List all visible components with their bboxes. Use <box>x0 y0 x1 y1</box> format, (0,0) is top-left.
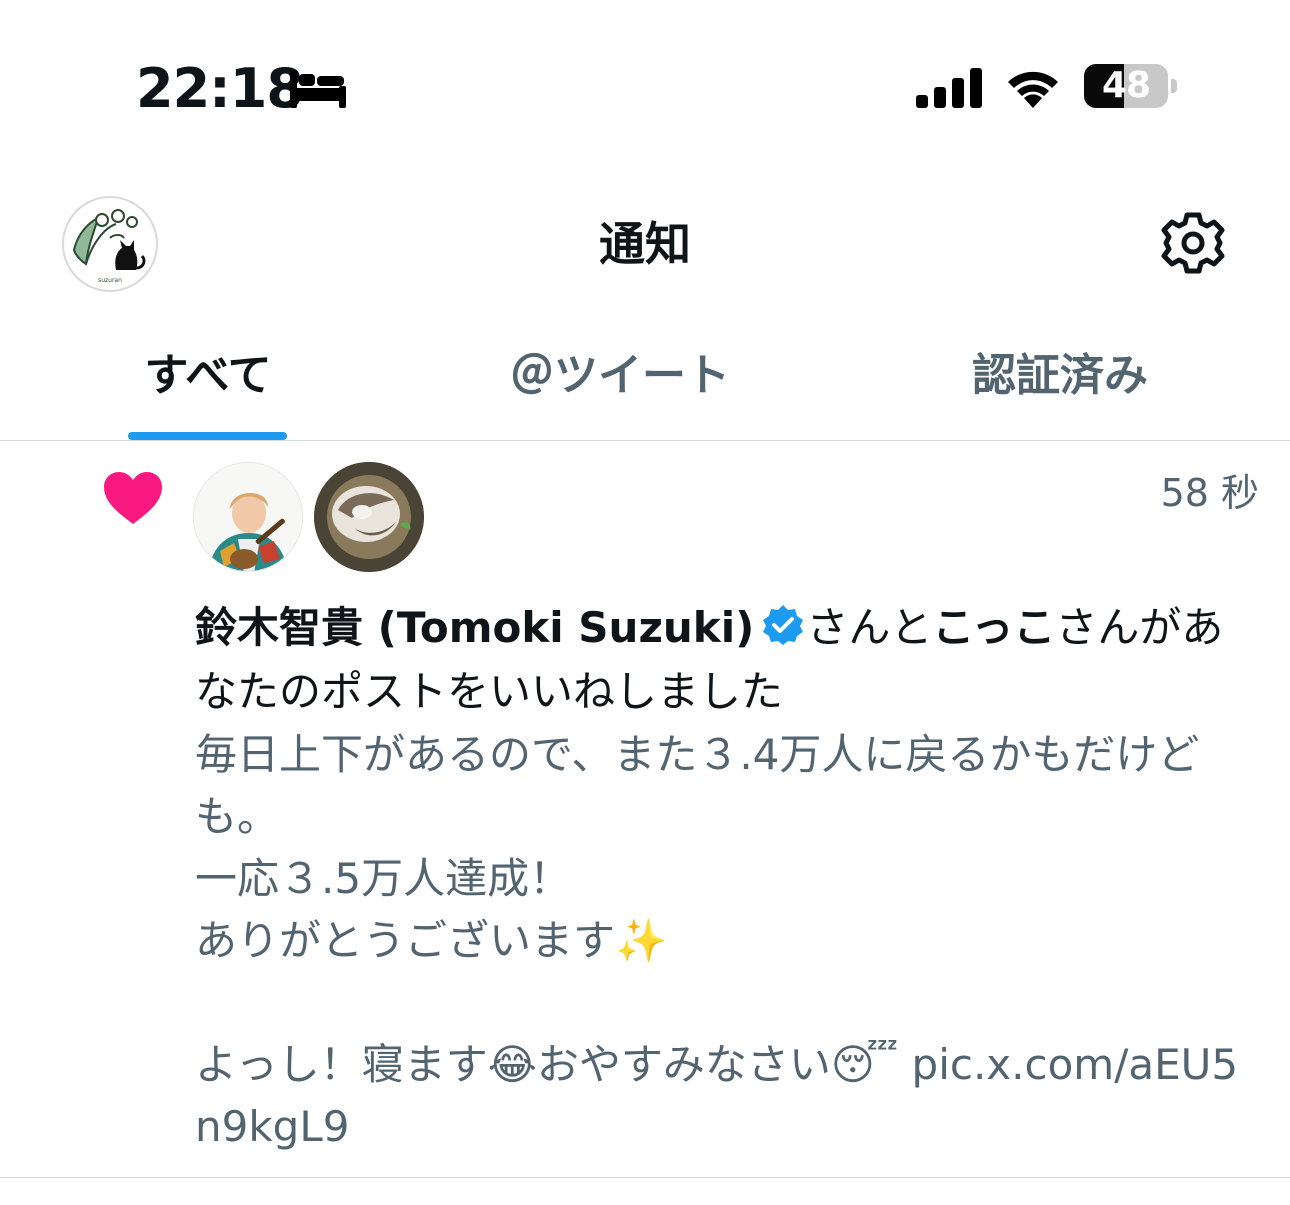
page-title: 通知 <box>599 217 691 271</box>
wifi-icon <box>1004 66 1062 112</box>
bed-icon <box>290 70 346 112</box>
battery-icon: 48 <box>1084 64 1168 108</box>
status-time: 22:18 <box>136 57 304 120</box>
notification-conjunction: さんと <box>806 603 933 652</box>
user-name-link[interactable]: 鈴木智貴 (Tomoki Suzuki) <box>195 603 754 652</box>
heart-icon <box>102 470 164 530</box>
user-avatar-tomoki[interactable] <box>193 462 303 572</box>
notification-timestamp: 58 秒 <box>1160 471 1259 515</box>
svg-text:suzuran: suzuran <box>98 277 122 284</box>
notification-message[interactable]: 鈴木智貴 (Tomoki Suzuki) さんとこっこさんがあなたのポストをいいね… <box>195 598 1265 722</box>
tab-verified[interactable]: 認証済み <box>955 346 1165 406</box>
signal-icon <box>916 68 982 112</box>
tab-mentions[interactable]: ＠ツイート <box>495 346 745 406</box>
tab-all[interactable]: すべて <box>128 346 288 406</box>
divider <box>0 440 1290 441</box>
battery-level: 48 <box>1101 65 1151 106</box>
battery-cap <box>1171 79 1177 93</box>
active-tab-indicator <box>128 432 287 440</box>
tweet-preview-text[interactable]: 毎日上下があるので、また３.4万人に戻るかもだけども。 一応３.5万人達成！ あ… <box>195 724 1255 1158</box>
user-name-link-2[interactable]: こっこ <box>932 603 1055 652</box>
gear-icon[interactable] <box>1160 210 1226 280</box>
user-avatar-kokko[interactable] <box>314 462 424 572</box>
divider <box>0 1177 1290 1178</box>
verified-badge-icon <box>762 602 804 662</box>
